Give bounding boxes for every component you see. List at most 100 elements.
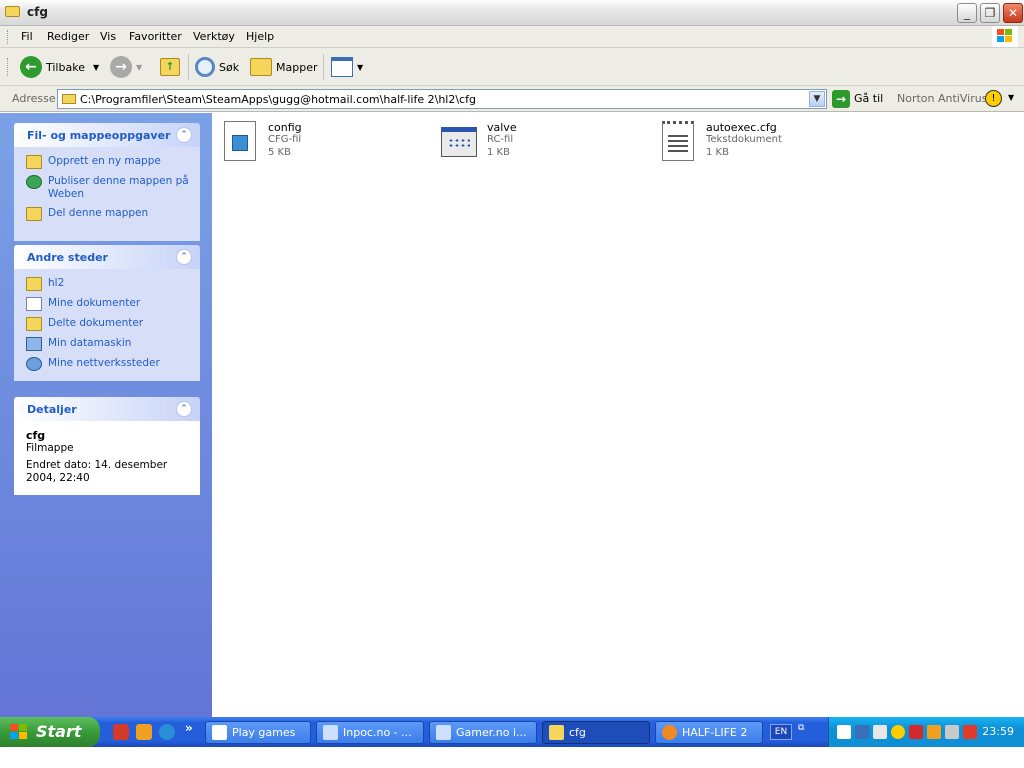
norton-antivirus-button[interactable]: Norton AntiVirus	[897, 92, 987, 105]
address-input[interactable]: C:\Programfiler\Steam\SteamApps\gugg@hot…	[57, 89, 827, 109]
norton-tray-icon[interactable]	[891, 725, 905, 739]
system-tray: 23:59	[828, 717, 1024, 747]
folders-button[interactable]: Mapper	[250, 54, 318, 80]
address-path: C:\Programfiler\Steam\SteamApps\gugg@hot…	[80, 93, 476, 106]
dropdown-arrow-icon[interactable]: ▼	[93, 63, 99, 72]
panel-header[interactable]: Andre steder ⌃	[14, 245, 200, 269]
go-arrow-icon[interactable]: →	[832, 90, 850, 108]
back-label: Tilbake	[46, 60, 85, 74]
documents-icon	[26, 297, 42, 311]
norton-icon[interactable]: !	[985, 90, 1002, 107]
panel-header[interactable]: Fil- og mappeoppgaver ⌃	[14, 123, 200, 147]
folders-label: Mapper	[276, 60, 318, 74]
folders-icon	[250, 58, 272, 76]
taskbar-task-inpoc[interactable]: Inpoc.no - ...	[316, 721, 424, 744]
details-type: Filmappe	[26, 442, 74, 454]
search-icon	[195, 57, 215, 77]
publish-web-icon	[26, 175, 42, 189]
place-hl2[interactable]: hl2	[26, 277, 194, 291]
config-file-icon	[220, 119, 260, 163]
details-modified: Endret dato: 14. desember 2004, 22:40	[26, 459, 168, 484]
panel-title: Detaljer	[27, 403, 77, 416]
start-button[interactable]: Start	[0, 717, 100, 747]
search-button[interactable]: Søk	[195, 54, 239, 80]
resource-file-icon	[439, 119, 479, 163]
close-button[interactable]: ✕	[1003, 3, 1023, 23]
quicklaunch-browser-icon[interactable]	[159, 724, 175, 740]
place-my-computer[interactable]: Min datamaskin	[26, 337, 194, 351]
publish-folder-link[interactable]: Publiser denne mappen på Weben	[26, 175, 194, 201]
back-button[interactable]: ← Tilbake ▼	[20, 54, 99, 80]
share-folder-link[interactable]: Del denne mappen	[26, 207, 194, 221]
taskbar-task-cfg[interactable]: cfg	[542, 721, 650, 744]
menu-file[interactable]: Fil	[21, 30, 33, 43]
place-my-documents[interactable]: Mine dokumenter	[26, 297, 194, 311]
details-panel: Detaljer ⌃ cfg Filmappe Endret dato: 14.…	[14, 397, 200, 495]
restore-icon[interactable]: ⧉	[798, 723, 804, 733]
taskbar-task-half-life-2[interactable]: HALF-LIFE 2	[655, 721, 763, 744]
text-document-icon	[658, 119, 698, 163]
place-shared-documents[interactable]: Delte dokumenter	[26, 317, 194, 331]
collapse-chevron-icon[interactable]: ⌃	[176, 127, 192, 143]
file-item-valve[interactable]: valve RC-fil 1 KB	[439, 119, 649, 169]
network-tray-icon[interactable]	[855, 725, 869, 739]
menu-tools[interactable]: Verktøy	[193, 30, 235, 43]
alert-tray-icon[interactable]	[963, 725, 977, 739]
share-folder-icon	[26, 207, 42, 221]
minimize-button[interactable]: _	[957, 3, 977, 23]
dropdown-arrow-icon[interactable]: ▼	[136, 63, 142, 72]
collapse-chevron-icon[interactable]: ⌃	[176, 401, 192, 417]
ati-tray-icon[interactable]	[909, 725, 923, 739]
file-item-config[interactable]: config CFG-fil 5 KB	[220, 119, 430, 169]
quicklaunch-more-icon[interactable]: »	[185, 721, 193, 735]
toolbar-grip[interactable]	[7, 30, 9, 44]
search-label: Søk	[219, 60, 240, 74]
dropdown-arrow-icon[interactable]: ▼	[357, 63, 363, 72]
internet-explorer-icon	[436, 725, 451, 740]
address-dropdown-button[interactable]: ▼	[809, 91, 825, 107]
steam-tray-icon[interactable]	[837, 725, 851, 739]
go-button[interactable]: Gå til	[854, 92, 883, 105]
taskbar: Start » Play games Inpoc.no - ... Gamer.…	[0, 717, 1024, 747]
place-network-places[interactable]: Mine nettverkssteder	[26, 357, 194, 371]
menu-favorites[interactable]: Favoritter	[129, 30, 182, 43]
folder-icon	[5, 6, 20, 17]
window-title: cfg	[27, 5, 48, 19]
language-indicator[interactable]: EN	[770, 724, 792, 740]
up-folder-button[interactable]: ↑	[160, 54, 180, 80]
quicklaunch-app-icon[interactable]	[113, 724, 129, 740]
windows-logo	[992, 26, 1018, 47]
shared-folder-icon	[26, 317, 42, 331]
title-bar[interactable]: cfg _ ❐ ✕	[0, 0, 1024, 26]
menu-edit[interactable]: Rediger	[47, 30, 89, 43]
taskbar-task-play-games[interactable]: Play games	[205, 721, 311, 744]
file-item-autoexec[interactable]: autoexec.cfg Tekstdokument 1 KB	[658, 119, 868, 169]
chevron-down-icon[interactable]: ▼	[1008, 93, 1014, 102]
menu-help[interactable]: Hjelp	[246, 30, 274, 43]
windows-flag-icon	[10, 724, 28, 740]
quicklaunch-media-icon[interactable]	[136, 724, 152, 740]
taskbar-task-gamer[interactable]: Gamer.no i...	[429, 721, 537, 744]
panel-title: Andre steder	[27, 251, 108, 264]
volume-tray-icon[interactable]	[873, 725, 887, 739]
forward-button[interactable]: → ▼	[110, 54, 142, 80]
steam-icon	[212, 725, 227, 740]
restore-button[interactable]: ❐	[980, 3, 1000, 23]
clock[interactable]: 23:59	[982, 725, 1014, 738]
app-tray-icon[interactable]	[927, 725, 941, 739]
address-bar: Adresse C:\Programfiler\Steam\SteamApps\…	[0, 86, 1024, 112]
toolbar-grip[interactable]	[7, 58, 9, 76]
views-button[interactable]: ▼	[331, 54, 363, 80]
collapse-chevron-icon[interactable]: ⌃	[176, 249, 192, 265]
pen-tray-icon[interactable]	[945, 725, 959, 739]
menu-bar: Fil Rediger Vis Favoritter Verktøy Hjelp	[0, 26, 1024, 48]
folder-icon	[26, 277, 42, 291]
computer-icon	[26, 337, 42, 351]
file-list[interactable]: config CFG-fil 5 KB valve RC-fil 1 KB au…	[212, 113, 1024, 717]
menu-view[interactable]: Vis	[100, 30, 116, 43]
task-pane: Fil- og mappeoppgaver ⌃ Opprett en ny ma…	[0, 113, 212, 717]
panel-header[interactable]: Detaljer ⌃	[14, 397, 200, 421]
network-icon	[26, 357, 42, 371]
up-folder-icon: ↑	[160, 58, 180, 76]
create-folder-link[interactable]: Opprett en ny mappe	[26, 155, 194, 169]
